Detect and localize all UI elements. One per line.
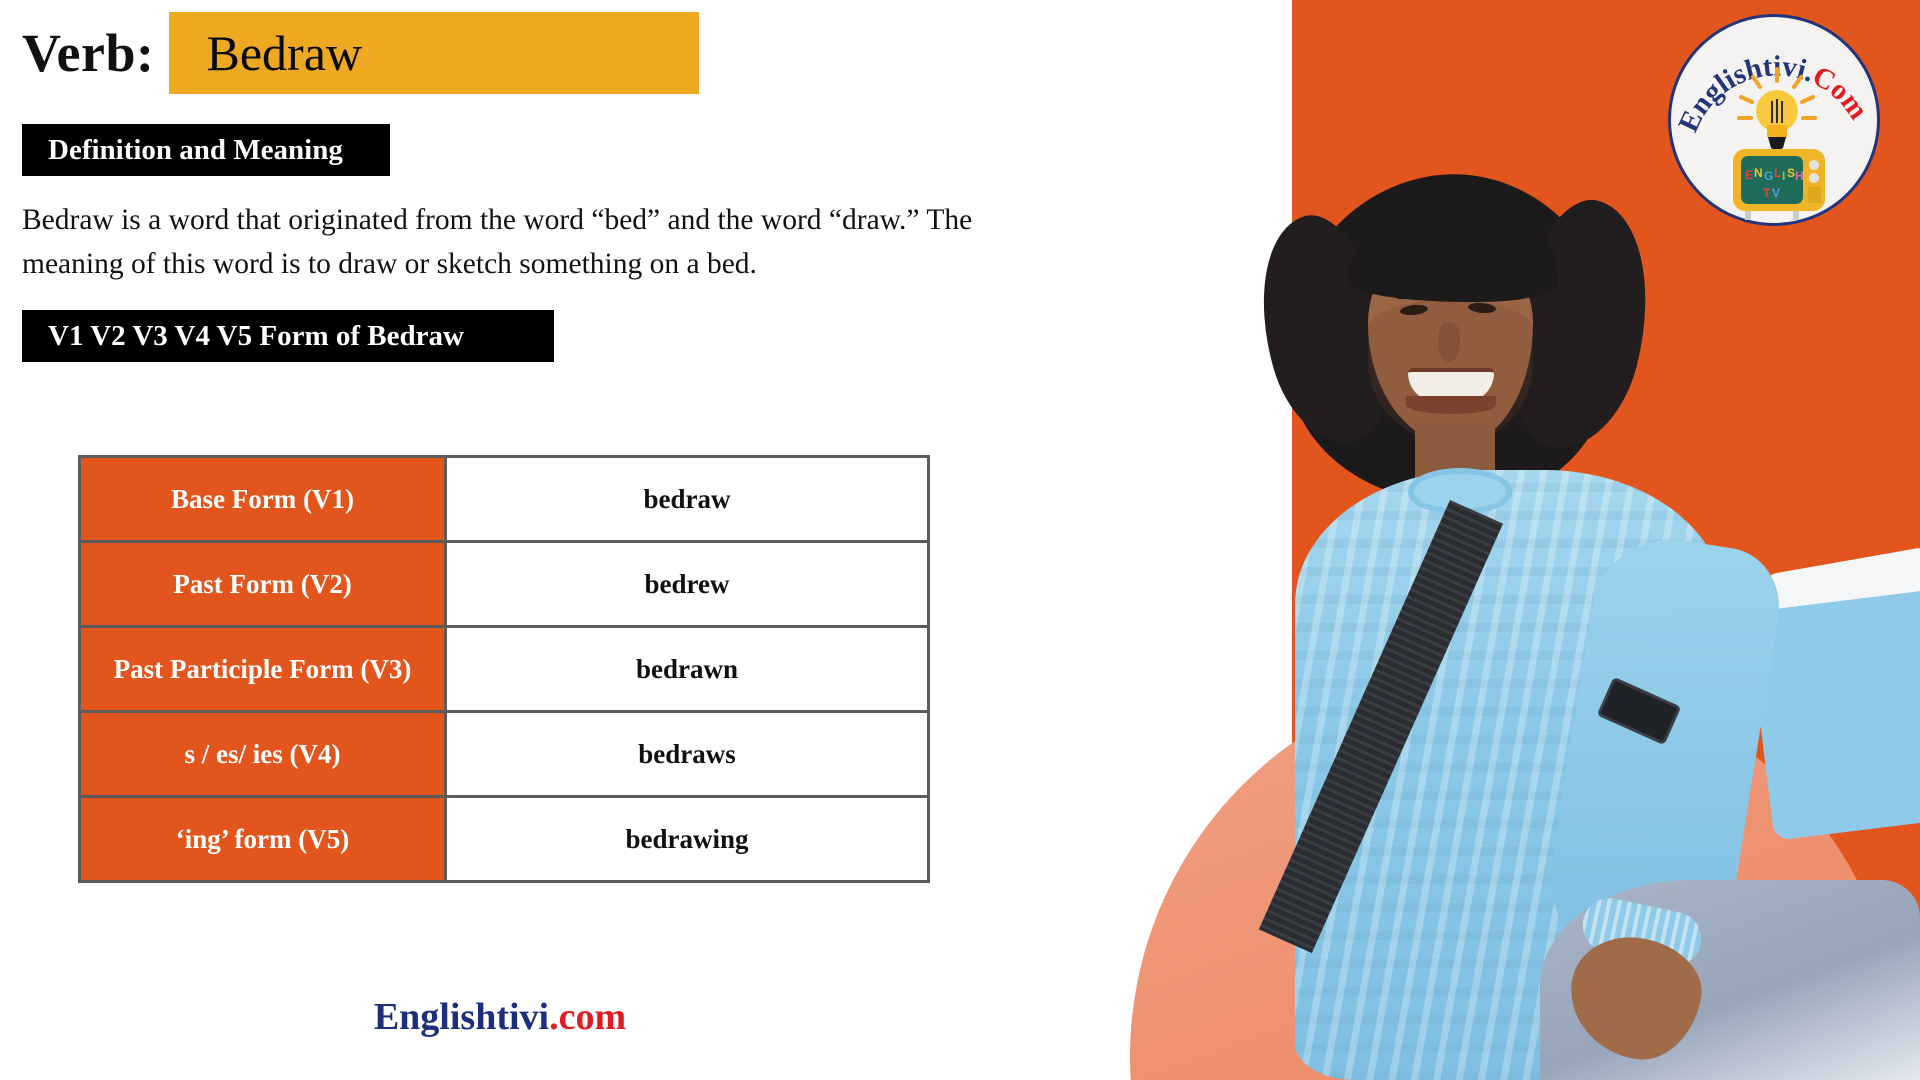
logo-arc-tld: Com (1807, 60, 1874, 126)
lightbulb-icon (1756, 90, 1798, 150)
form-label-v3: Past Participle Form (V3) (78, 625, 447, 713)
footer-brand: Englishtivi.com (0, 995, 1000, 1039)
form-value-v4: bedraws (444, 710, 930, 798)
table-row: ‘ing’ form (V5) bedrawing (78, 795, 930, 883)
verb-forms-table-body: Base Form (V1) bedraw Past Form (V2) bed… (78, 455, 930, 883)
table-row: Past Participle Form (V3) bedrawn (78, 625, 930, 713)
svg-text:T: T (1763, 186, 1771, 200)
svg-text:E: E (1745, 168, 1753, 182)
table-row: Base Form (V1) bedraw (78, 455, 930, 543)
form-label-v2: Past Form (V2) (78, 540, 447, 628)
verb-highlight-box: Bedraw (168, 12, 699, 94)
svg-text:I: I (1782, 169, 1785, 183)
logo-arc-name: Englishtivi. (1672, 50, 1819, 136)
svg-text:V: V (1772, 186, 1780, 200)
lower-lip (1406, 396, 1496, 414)
table-row: s / es/ ies (V4) bedraws (78, 710, 930, 798)
svg-text:G: G (1764, 169, 1773, 183)
form-label-v4: s / es/ ies (V4) (78, 710, 447, 798)
form-value-v2: bedrew (444, 540, 930, 628)
form-label-v1: Base Form (V1) (78, 455, 447, 543)
slide-root: Englishtivi.Com E N G L I S H T V Verb: … (0, 0, 1920, 1080)
verb-heading-row: Verb: Bedraw (22, 12, 699, 94)
svg-text:N: N (1754, 166, 1763, 180)
englishtivi-logo-badge[interactable]: Englishtivi.Com E N G L I S H T V (1668, 14, 1880, 226)
svg-text:H: H (1795, 169, 1804, 183)
svg-text:L: L (1774, 166, 1781, 180)
svg-text:S: S (1787, 166, 1795, 180)
form-label-v5: ‘ing’ form (V5) (78, 795, 447, 883)
form-value-v3: bedrawn (444, 625, 930, 713)
nose (1438, 322, 1460, 362)
verb-forms-table: Base Form (V1) bedraw Past Form (V2) bed… (78, 455, 930, 883)
television-icon: E N G L I S H T V (1733, 149, 1825, 220)
forms-section-tag: V1 V2 V3 V4 V5 Form of Bedraw (22, 310, 554, 362)
form-value-v5: bedrawing (444, 795, 930, 883)
definition-paragraph: Bedraw is a word that originated from th… (22, 204, 973, 280)
table-row: Past Form (V2) bedrew (78, 540, 930, 628)
footer-brand-name: Englishtivi (373, 996, 550, 1038)
definition-section-tag: Definition and Meaning (22, 124, 390, 176)
footer-brand-tld: .com (549, 996, 627, 1038)
main-content: Verb: Bedraw Definition and Meaning Bedr… (0, 0, 1000, 1080)
verb-label: Verb: (22, 23, 155, 83)
verb-word: Bedraw (206, 25, 363, 81)
form-value-v1: bedraw (444, 455, 930, 543)
